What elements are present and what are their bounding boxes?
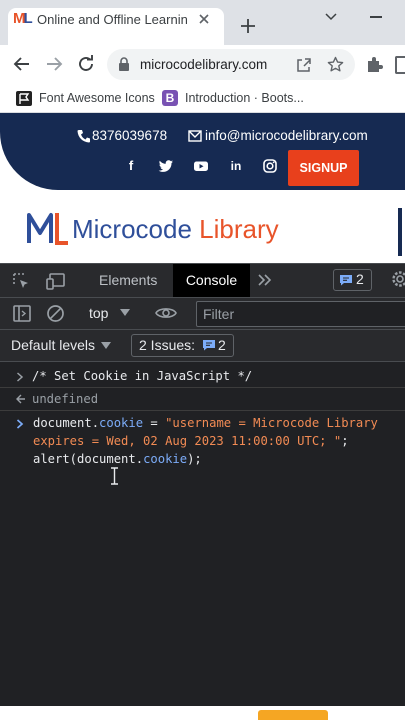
code-token: ); [187, 452, 202, 466]
taskbar-edge [0, 706, 405, 720]
tab-console[interactable]: Console [173, 264, 250, 297]
levels-dropdown-icon[interactable] [101, 342, 111, 349]
console-result-line: undefined [32, 392, 99, 406]
message-icon [340, 275, 352, 286]
code-string: expires = Wed, 02 Aug 2023 11:00:00 UTC;… [33, 434, 342, 448]
back-arrow-icon[interactable] [13, 55, 31, 73]
side-panel-icon[interactable] [395, 56, 405, 74]
site-nav-edge [398, 208, 402, 256]
reload-icon[interactable] [77, 55, 95, 73]
issues-count: 2 [356, 271, 364, 287]
envelope-icon [188, 130, 202, 142]
bookmark-bootstrap[interactable]: Introduction · Boots... [185, 91, 304, 105]
signup-button[interactable]: SIGNUP [288, 150, 359, 186]
bookmark-font-awesome[interactable]: Font Awesome Icons [39, 91, 155, 105]
new-tab-icon[interactable] [240, 18, 256, 34]
contact-phone[interactable]: 8376039678 [92, 128, 167, 143]
minimize-icon[interactable] [370, 16, 382, 18]
font-awesome-flag-icon[interactable] [16, 91, 32, 106]
console-divider [0, 410, 405, 411]
bootstrap-b-icon[interactable]: B [162, 90, 178, 106]
code-token: alert(document. [33, 452, 144, 466]
tab-search-chevron-icon[interactable] [324, 11, 338, 23]
return-arrow-icon [16, 394, 25, 404]
text-cursor-icon [111, 467, 118, 485]
device-toolbar-icon[interactable] [46, 272, 66, 290]
log-levels-dropdown[interactable]: Default levels [11, 337, 95, 353]
more-tabs-chevron-icon[interactable] [257, 274, 273, 286]
lock-icon[interactable] [118, 57, 130, 71]
console-prompt-input[interactable]: document.cookie = "username = Microcode … [33, 414, 405, 468]
code-token: = [143, 416, 166, 430]
inspect-element-icon[interactable] [12, 272, 30, 290]
console-prompt-icon [16, 419, 24, 429]
console-sidebar-icon[interactable] [13, 305, 31, 322]
facebook-icon[interactable]: f [123, 158, 139, 174]
console-input-line[interactable]: /* Set Cookie in JavaScript */ [32, 367, 252, 385]
bookmark-star-icon[interactable] [327, 56, 344, 73]
console-divider [0, 387, 405, 388]
code-property: cookie [99, 416, 144, 430]
issues-label: 2 Issues: [139, 337, 196, 353]
issues-count-2: 2 [218, 337, 226, 353]
tab-close-icon[interactable] [197, 12, 211, 26]
tab-title: Online and Offline Learning P [37, 12, 187, 27]
twitter-icon[interactable] [158, 158, 174, 174]
share-icon[interactable] [296, 57, 312, 73]
taskbar-thumbnail [258, 710, 328, 720]
instagram-icon[interactable] [262, 158, 278, 174]
phone-icon [77, 130, 90, 143]
contact-email[interactable]: info@microcodelibrary.com [205, 128, 368, 143]
filter-placeholder: Filter [203, 306, 235, 322]
logo-word-library: Library [199, 214, 279, 244]
live-expression-eye-icon[interactable] [155, 306, 177, 320]
settings-gear-icon[interactable] [390, 269, 405, 289]
code-string: "username = Microcode Library [165, 416, 378, 430]
forward-arrow-icon[interactable] [45, 55, 63, 73]
code-token: ; [341, 434, 349, 448]
linkedin-icon[interactable]: in [228, 158, 244, 174]
url-text[interactable]: microcodelibrary.com [140, 56, 290, 74]
clear-console-icon[interactable] [46, 304, 65, 323]
tab-elements[interactable]: Elements [99, 272, 157, 288]
context-selector[interactable]: top [89, 305, 108, 321]
expand-chevron-icon[interactable] [16, 372, 24, 382]
message-icon [203, 340, 215, 351]
context-dropdown-icon[interactable] [120, 309, 130, 316]
extensions-puzzle-icon[interactable] [366, 56, 383, 73]
youtube-icon[interactable] [193, 158, 209, 174]
site-favicon-icon: ML [13, 10, 33, 27]
code-token: document. [33, 416, 100, 430]
code-property: cookie [143, 452, 188, 466]
logo-word-microcode: Microcode [72, 214, 192, 244]
site-logo-text[interactable]: Microcode Library [72, 214, 279, 244]
microcode-logo-mark[interactable] [26, 211, 70, 245]
